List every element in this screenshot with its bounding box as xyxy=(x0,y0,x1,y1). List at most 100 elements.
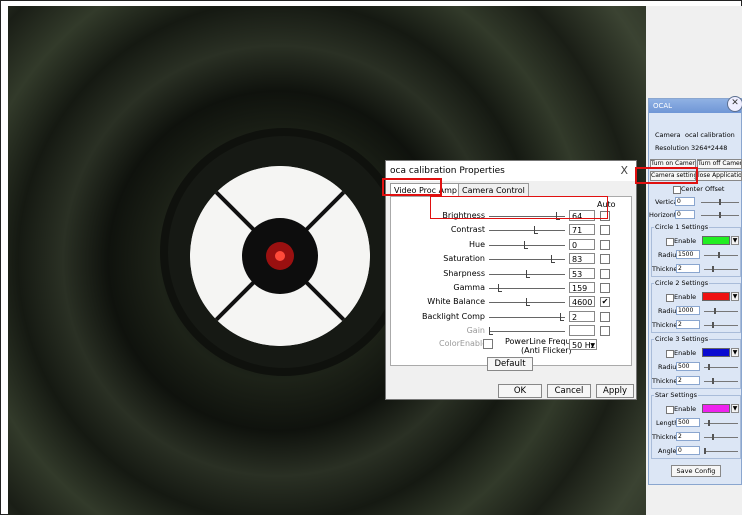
circle1-thickness-field[interactable]: 2 xyxy=(676,264,700,273)
gamma-auto-checkbox[interactable] xyxy=(600,283,610,293)
saturation-slider-thumb[interactable] xyxy=(550,255,555,264)
star-length-slider[interactable] xyxy=(704,420,738,426)
gain-slider-thumb[interactable] xyxy=(489,327,493,336)
circle2-thickness-slider[interactable] xyxy=(704,322,738,328)
gamma-label: Gamma xyxy=(453,283,485,292)
star-thickness-slider[interactable] xyxy=(704,434,738,440)
star-color-dropdown[interactable]: ▼ xyxy=(731,404,739,413)
ocal-close-button[interactable]: ✕ xyxy=(727,96,742,112)
sharpness-slider-thumb[interactable] xyxy=(526,269,531,278)
backlight-comp-row: Backlight Comp 2 xyxy=(391,310,633,324)
ocal-panel: OCAL ✕ Camera ocal calibration Resolutio… xyxy=(648,96,742,485)
circle1-radius-field[interactable]: 1500 xyxy=(676,250,700,259)
circle1-enable-label: Enable xyxy=(674,237,697,245)
circle1-radius-slider[interactable] xyxy=(704,252,738,258)
backlight-comp-auto-checkbox[interactable] xyxy=(600,311,610,322)
horizontal-field[interactable]: 0 xyxy=(675,210,695,219)
saturation-slider[interactable] xyxy=(489,255,565,264)
circle3-enable-checkbox[interactable] xyxy=(666,350,674,358)
camera-label: Camera xyxy=(655,131,681,139)
default-button[interactable]: Default xyxy=(487,357,533,371)
star-thickness-field[interactable]: 2 xyxy=(676,432,700,441)
dialog-title: oca calibration Properties xyxy=(390,166,505,176)
white-balance-slider[interactable] xyxy=(489,298,565,307)
circle2-color-dropdown[interactable]: ▼ xyxy=(731,292,739,301)
circle3-settings-group: Circle 3 Settings Enable ▼ Radius 500 Th… xyxy=(651,335,741,389)
circle2-radius-slider[interactable] xyxy=(704,308,738,314)
circle3-radius-slider[interactable] xyxy=(704,364,738,370)
circle2-enable-label: Enable xyxy=(674,293,697,301)
circle1-settings-group: Circle 1 Settings Enable ▼ Radius 1500 T… xyxy=(651,223,741,277)
circle1-settings-title: Circle 1 Settings xyxy=(654,223,710,231)
contrast-value-field[interactable]: 71 xyxy=(569,224,595,236)
sharpness-value-field[interactable]: 53 xyxy=(569,267,595,279)
star-length-field[interactable]: 500 xyxy=(676,418,700,427)
circle3-thickness-slider[interactable] xyxy=(704,378,738,384)
backlight-comp-value-field[interactable]: 2 xyxy=(569,310,595,322)
circle3-color-swatch[interactable] xyxy=(702,348,730,357)
ocal-title: OCAL xyxy=(653,102,673,110)
backlight-comp-slider-thumb[interactable] xyxy=(559,312,564,321)
circle3-radius-field[interactable]: 500 xyxy=(676,362,700,371)
white-balance-slider-thumb[interactable] xyxy=(526,298,531,307)
hue-row: Hue 0 xyxy=(391,238,633,252)
saturation-value-field[interactable]: 83 xyxy=(569,253,595,265)
circle2-radius-field[interactable]: 1000 xyxy=(676,306,700,315)
hue-auto-checkbox[interactable] xyxy=(600,239,610,250)
star-enable-checkbox[interactable] xyxy=(666,406,674,414)
cancel-button[interactable]: Cancel xyxy=(547,384,591,398)
sharpness-auto-checkbox[interactable] xyxy=(600,268,610,279)
white-balance-value-field[interactable]: 4600 xyxy=(569,296,595,308)
circle3-thickness-field[interactable]: 2 xyxy=(676,376,700,385)
vertical-field[interactable]: 0 xyxy=(675,197,695,206)
sharpness-row: Sharpness 53 xyxy=(391,267,633,281)
turn-off-camera-button[interactable]: Turn off Camera xyxy=(697,159,742,169)
contrast-slider-thumb[interactable] xyxy=(533,226,538,235)
star-color-swatch[interactable] xyxy=(702,404,730,413)
circle1-thickness-slider[interactable] xyxy=(704,266,738,272)
circle1-color-dropdown[interactable]: ▼ xyxy=(731,236,739,245)
gamma-slider[interactable] xyxy=(489,284,565,292)
white-balance-row: White Balance 4600 ✔ xyxy=(391,295,633,309)
white-balance-auto-checkbox[interactable]: ✔ xyxy=(600,297,610,308)
center-offset-checkbox[interactable] xyxy=(673,186,681,194)
close-application-button[interactable]: lose Application xyxy=(697,171,742,181)
calibration-target xyxy=(190,166,370,346)
circle2-enable-checkbox[interactable] xyxy=(666,294,674,302)
sharpness-slider[interactable] xyxy=(489,269,565,278)
gamma-value-field[interactable]: 159 xyxy=(569,282,595,293)
saturation-auto-checkbox[interactable] xyxy=(600,254,610,265)
hue-slider-thumb[interactable] xyxy=(523,240,528,249)
dialog-close-button[interactable]: X xyxy=(620,161,628,181)
color-enable-checkbox[interactable] xyxy=(483,339,493,349)
circle2-color-swatch[interactable] xyxy=(702,292,730,301)
star-angle-slider[interactable] xyxy=(704,448,738,454)
highlight-brightness-row xyxy=(430,196,608,219)
vertical-slider[interactable] xyxy=(701,199,739,205)
hue-value-field[interactable]: 0 xyxy=(569,238,595,250)
circle1-color-swatch[interactable] xyxy=(702,236,730,245)
circle2-thickness-field[interactable]: 2 xyxy=(676,320,700,329)
circle2-settings-title: Circle 2 Settings xyxy=(654,279,710,287)
tab-camera-control[interactable]: Camera Control xyxy=(458,183,529,197)
apply-button[interactable]: Apply xyxy=(596,384,634,398)
circle1-enable-checkbox[interactable] xyxy=(666,238,674,246)
backlight-comp-slider[interactable] xyxy=(489,312,565,321)
gain-auto-checkbox[interactable] xyxy=(600,326,610,337)
powerline-sublabel: (Anti Flicker) xyxy=(521,346,572,355)
gamma-slider-thumb[interactable] xyxy=(497,284,502,292)
contrast-slider[interactable] xyxy=(489,226,565,235)
horizontal-slider[interactable] xyxy=(701,212,739,218)
target-pattern xyxy=(190,166,370,346)
video-proc-amp-panel: Auto Brightness 64 Contrast 71 Hue 0 Saturatio… xyxy=(390,196,633,371)
contrast-auto-checkbox[interactable] xyxy=(600,225,610,236)
star-angle-field[interactable]: 0 xyxy=(676,446,700,455)
gain-slider[interactable] xyxy=(489,327,565,336)
ok-button[interactable]: OK xyxy=(498,384,542,398)
circle3-color-dropdown[interactable]: ▼ xyxy=(731,348,739,357)
powerline-frequency-select[interactable]: 50 Hz ▼ xyxy=(569,339,597,350)
highlight-video-proc-amp-tab xyxy=(382,178,442,196)
save-config-button[interactable]: Save Config xyxy=(671,465,721,477)
contrast-row: Contrast 71 xyxy=(391,223,633,237)
hue-slider[interactable] xyxy=(489,240,565,249)
